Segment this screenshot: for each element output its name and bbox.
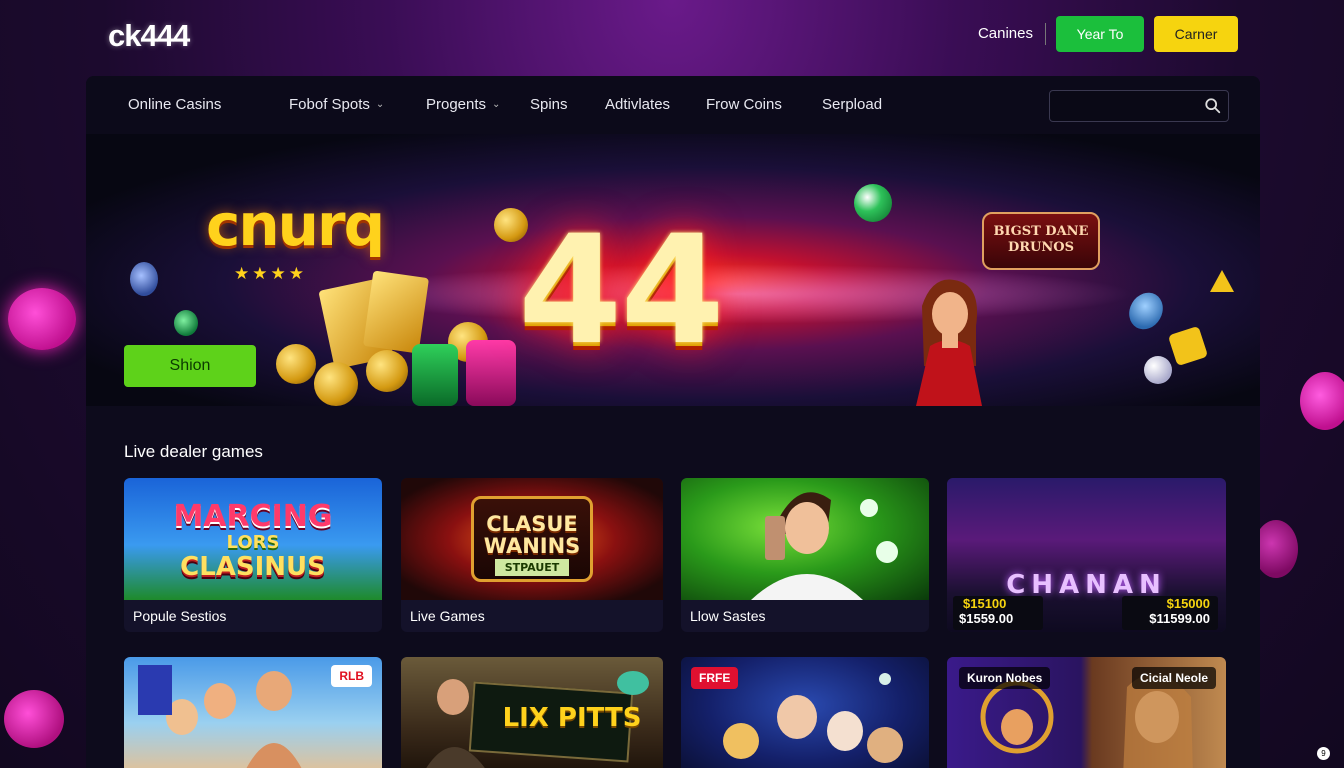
game-card[interactable]: Kuron Nobes Cicial Neole	[947, 657, 1226, 768]
game-art-subtitle: LORS	[226, 532, 280, 553]
price-value: $15100	[963, 596, 1007, 611]
search-input[interactable]	[1049, 90, 1229, 122]
poker-chip-icon	[174, 310, 198, 336]
game-characters	[426, 671, 649, 768]
game-art-title: CLASINUS	[180, 552, 326, 582]
game-card[interactable]: RLB	[124, 657, 382, 768]
nav-item-spins[interactable]: Spins	[530, 96, 568, 113]
nav-label: Fobof Spots	[289, 96, 370, 113]
game-card-art: Kuron Nobes Cicial Neole	[947, 657, 1226, 768]
price-panel: $15000 $11599.00	[1122, 596, 1218, 630]
hero-brand-logo: cnurq	[206, 191, 385, 259]
header-yellow-button[interactable]: Carner	[1154, 16, 1238, 52]
game-tag: Cicial Neole	[1131, 667, 1216, 689]
nav-label: Progents	[426, 96, 487, 113]
game-art-title: CLASUE	[486, 512, 578, 536]
decor-chip-left	[8, 288, 76, 350]
price-panel: $15100 $1559.00	[953, 596, 1043, 630]
nav-item-progents[interactable]: Progents ⌄	[426, 96, 500, 113]
game-tag: RLB	[331, 665, 372, 687]
game-card[interactable]: Llow Sastes	[681, 478, 929, 632]
game-card-art: CHANAN $15100 $1559.00 $15000 $11599.00	[947, 478, 1226, 632]
game-card-art: CLASUE WANINS STPAUET	[401, 478, 663, 600]
price-value: $1559.00	[959, 611, 1014, 626]
game-tag: FRFE	[691, 667, 739, 689]
nav-item-serpload[interactable]: Serpload	[822, 96, 882, 113]
nav-label: Spins	[530, 96, 568, 113]
nav-label: Online Casins	[128, 96, 222, 113]
hero-banner: cnurq ★★★★ 44 BIGST DANE DRUNOS Shion	[86, 134, 1260, 406]
header-link[interactable]: Canines	[978, 23, 1046, 45]
hero-big-number: 44	[518, 204, 725, 378]
game-art-title: MARCING	[173, 499, 333, 534]
header-actions: Canines Year To Carner	[978, 16, 1238, 52]
nav-label: Adtivlates	[605, 96, 671, 113]
game-card-label: Llow Sastes	[690, 608, 766, 624]
decor-chip-right	[1300, 372, 1344, 430]
gold-coin-icon	[366, 350, 408, 392]
gem-icon	[1210, 270, 1234, 292]
gold-card-icon	[362, 270, 430, 354]
game-card-art	[681, 478, 929, 600]
decor-chip-right-lower	[1254, 520, 1298, 578]
nav-item-frow-coins[interactable]: Frow Coins	[706, 96, 782, 113]
search-icon[interactable]	[1204, 97, 1222, 115]
nav-item-online-casins[interactable]: Online Casins	[128, 96, 221, 113]
game-card-label: Popule Sestios	[133, 608, 227, 624]
game-card-art: LIX PITTS	[401, 657, 663, 768]
hero-badge: BIGST DANE DRUNOS	[982, 212, 1100, 270]
hero-light-streak	[336, 264, 1136, 324]
poker-chip-icon	[130, 262, 158, 296]
game-card[interactable]: CHANAN $15100 $1559.00 $15000 $11599.00	[947, 478, 1226, 632]
nav-item-adtivlates[interactable]: Adtivlates	[605, 96, 670, 113]
site-logo[interactable]: ck444	[108, 18, 190, 54]
game-host-figure	[751, 492, 898, 600]
section-title: Live dealer games	[124, 442, 263, 461]
header-green-button[interactable]: Year To	[1056, 16, 1144, 52]
nav-label: Serpload	[822, 96, 883, 113]
gold-coin-icon	[314, 362, 358, 406]
game-card[interactable]: FRFE	[681, 657, 929, 768]
main-panel: Online Casins Fobof Spots ⌄ Progents ⌄ Spi…	[86, 76, 1260, 768]
game-card[interactable]: LIX PITTS	[401, 657, 663, 768]
dice-icon	[1167, 325, 1209, 367]
game-art-title: CHANAN	[1006, 570, 1167, 600]
rating-stars: ★★★★	[234, 264, 307, 283]
hero-host-figure	[916, 279, 982, 406]
game-art-title: WANINS	[483, 534, 581, 558]
game-card-art: MARCING LORS CLASINUS	[124, 478, 382, 600]
chevron-down-icon: ⌄	[492, 99, 501, 110]
corner-info-icon[interactable]: 9	[1317, 747, 1330, 760]
game-card[interactable]: MARCING LORS CLASINUS Popule Sestios	[124, 478, 382, 632]
main-nav: Online Casins Fobof Spots ⌄ Progents ⌄ Spi…	[86, 76, 1260, 134]
game-tag: Kuron Nobes	[959, 667, 1051, 689]
decor-chip-bottom-left	[4, 690, 64, 748]
soccer-ball-icon	[854, 184, 892, 222]
price-value: $11599.00	[1149, 611, 1210, 626]
chevron-down-icon: ⌄	[375, 99, 385, 110]
ball-icon	[1144, 356, 1172, 384]
price-value: $15000	[1166, 596, 1210, 611]
game-card-art: FRFE	[681, 657, 929, 768]
gold-coin-icon	[276, 344, 316, 384]
slot-character-icon	[466, 340, 516, 406]
nav-label: Frow Coins	[706, 96, 782, 113]
game-card-label: Live Games	[410, 608, 485, 624]
slot-character-icon	[412, 344, 458, 406]
game-card[interactable]: CLASUE WANINS STPAUET Live Games	[401, 478, 663, 632]
hero-cta-button[interactable]: Shion	[124, 345, 256, 387]
game-card-art: RLB	[124, 657, 382, 768]
game-art-ribbon: STPAUET	[401, 559, 663, 576]
nav-item-fobof-spots[interactable]: Fobof Spots ⌄	[289, 96, 384, 113]
